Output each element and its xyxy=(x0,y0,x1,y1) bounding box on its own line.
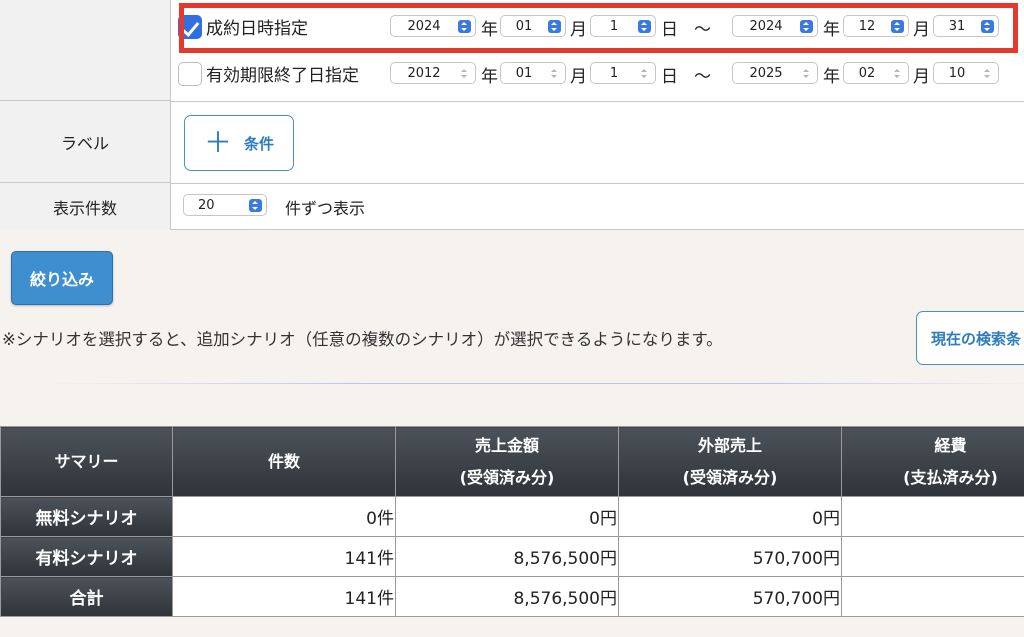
range-separator: 〜 xyxy=(694,67,711,87)
month-unit: 月 xyxy=(570,20,587,40)
cell-sales: 0円 xyxy=(395,496,619,537)
contract-from-day-select[interactable]: 1 xyxy=(590,15,656,37)
contract-from-month-select[interactable]: 01 xyxy=(500,15,566,37)
display-count-suffix: 件ずつ表示 xyxy=(285,199,366,218)
select-arrows-icon xyxy=(548,20,561,33)
contract-to-day-select[interactable]: 31 xyxy=(933,15,999,37)
select-arrows-icon xyxy=(638,20,651,33)
month-unit: 月 xyxy=(913,20,930,40)
header-external-sales: 外部売上 (受領済み分) xyxy=(618,426,842,497)
cell-expenses xyxy=(841,576,1024,617)
cell-external-sales: 0円 xyxy=(618,496,842,537)
select-arrows-icon xyxy=(458,20,471,33)
header-sales: 売上金額 (受領済み分) xyxy=(395,426,619,497)
select-arrows-icon xyxy=(981,20,994,33)
year-unit: 年 xyxy=(481,67,498,87)
cell-expenses xyxy=(841,536,1024,577)
row-label: 無料シナリオ xyxy=(0,496,173,537)
add-condition-button[interactable]: ＋ 条件 xyxy=(184,115,294,171)
section-divider xyxy=(40,383,1024,384)
row-divider xyxy=(171,183,1024,184)
select-arrows-icon xyxy=(800,67,813,80)
select-arrows-icon xyxy=(981,67,994,80)
contract-date-row: 成約日時指定 2024 年 01 月 1 日 〜 2024 年 12 月 31 xyxy=(178,9,1024,45)
select-arrows-icon xyxy=(638,67,651,80)
contract-date-checkbox[interactable] xyxy=(178,15,202,39)
contract-from-year-select[interactable]: 2024 xyxy=(390,15,476,37)
cell-count: 0件 xyxy=(172,496,396,537)
select-arrows-icon xyxy=(891,67,904,80)
range-separator: 〜 xyxy=(694,20,711,40)
expiry-to-month-select[interactable]: 02 xyxy=(843,62,909,84)
month-unit: 月 xyxy=(913,67,930,87)
filter-button[interactable]: 絞り込み xyxy=(11,251,113,305)
label-filter-label: ラベル xyxy=(0,101,171,183)
cell-count: 141件 xyxy=(172,536,396,577)
summary-header-row: サマリー 件数 売上金額 (受領済み分) 外部売上 (受領済み分) 経費 (支払済み分… xyxy=(0,426,1024,497)
select-arrows-icon xyxy=(891,20,904,33)
date-filter-label xyxy=(0,0,171,101)
year-unit: 年 xyxy=(481,20,498,40)
year-unit: 年 xyxy=(823,20,840,40)
expiry-date-checkbox[interactable] xyxy=(178,62,202,86)
expiry-from-year-select[interactable]: 2012 xyxy=(390,62,476,84)
select-arrows-icon xyxy=(548,67,561,80)
select-arrows-icon xyxy=(249,199,262,212)
expiry-from-month-select[interactable]: 01 xyxy=(500,62,566,84)
cell-external-sales: 570,700円 xyxy=(618,576,842,617)
display-count-select[interactable]: 20 xyxy=(183,194,267,216)
add-condition-label: 条件 xyxy=(244,134,275,153)
cell-external-sales: 570,700円 xyxy=(618,536,842,577)
year-unit: 年 xyxy=(823,67,840,87)
summary-table: サマリー 件数 売上金額 (受領済み分) 外部売上 (受領済み分) 経費 (支払済み分… xyxy=(0,426,1024,617)
cell-count: 141件 xyxy=(172,576,396,617)
row-label: 合計 xyxy=(0,576,173,617)
plus-icon: ＋ xyxy=(203,126,232,159)
table-row: 無料シナリオ 0件 0円 0円 xyxy=(0,496,1024,537)
display-count-label: 表示件数 xyxy=(0,183,171,230)
cell-sales: 8,576,500円 xyxy=(395,576,619,617)
expiry-date-label: 有効期限終了日指定 xyxy=(206,66,359,86)
row-label: 有料シナリオ xyxy=(0,536,173,577)
select-arrows-icon xyxy=(800,20,813,33)
table-row: 有料シナリオ 141件 8,576,500円 570,700円 xyxy=(0,536,1024,577)
header-expenses: 経費 (支払済み分) xyxy=(841,426,1024,497)
month-unit: 月 xyxy=(570,67,587,87)
cell-sales: 8,576,500円 xyxy=(395,536,619,577)
day-unit: 日 xyxy=(661,67,678,87)
expiry-to-year-select[interactable]: 2025 xyxy=(732,62,818,84)
search-filter-form: ラベル 表示件数 成約日時指定 2024 年 01 月 1 日 〜 2024 年… xyxy=(0,0,1024,230)
header-count: 件数 xyxy=(172,426,396,497)
select-arrows-icon xyxy=(458,67,471,80)
row-divider xyxy=(171,101,1024,102)
contract-date-label: 成約日時指定 xyxy=(206,19,308,39)
table-row: 合計 141件 8,576,500円 570,700円 xyxy=(0,576,1024,617)
current-search-conditions-button[interactable]: 現在の検索条 xyxy=(916,311,1024,365)
expiry-to-day-select[interactable]: 10 xyxy=(933,62,999,84)
expiry-from-day-select[interactable]: 1 xyxy=(590,62,656,84)
contract-to-year-select[interactable]: 2024 xyxy=(732,15,818,37)
scenario-note: ※シナリオを選択すると、追加シナリオ（任意の複数のシナリオ）が選択できるようにな… xyxy=(2,330,723,349)
expiry-date-row: 有効期限終了日指定 2012 年 01 月 1 日 〜 2025 年 02 月 … xyxy=(178,56,1024,92)
contract-to-month-select[interactable]: 12 xyxy=(843,15,909,37)
day-unit: 日 xyxy=(661,20,678,40)
header-summary: サマリー xyxy=(0,426,173,497)
cell-expenses xyxy=(841,496,1024,537)
